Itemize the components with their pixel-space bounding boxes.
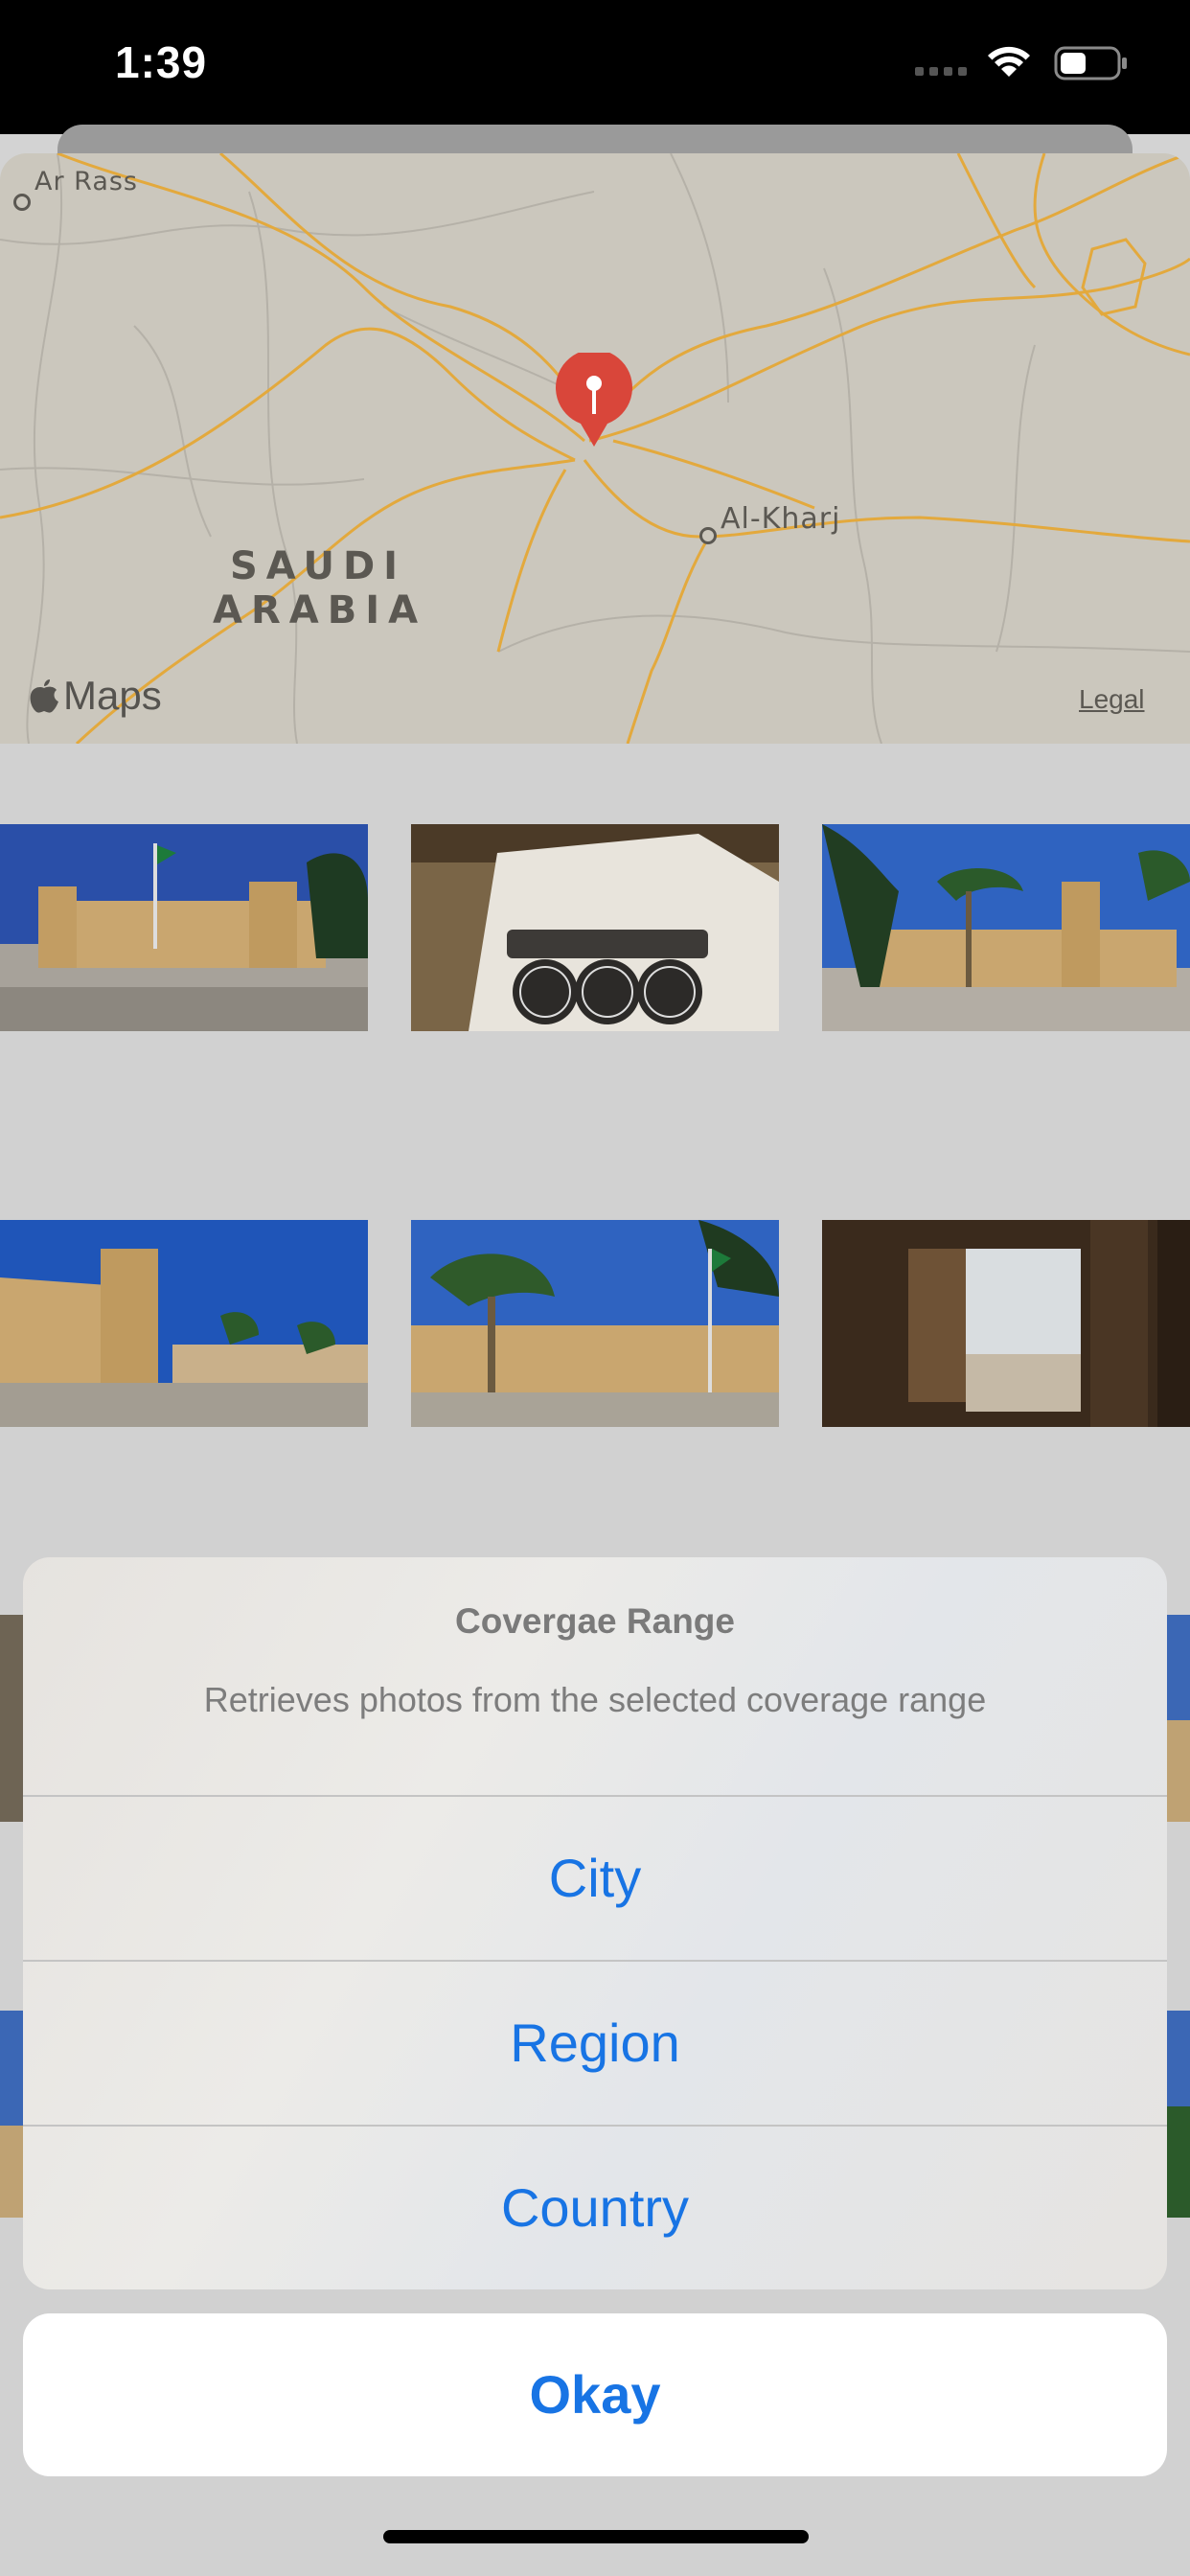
screen: 1:39 Ar Rass Al-Kharj SAUDI ARABIA Maps … (0, 0, 1190, 2576)
option-city-button[interactable]: City (23, 1795, 1167, 1960)
okay-button[interactable]: Okay (23, 2313, 1167, 2476)
home-indicator[interactable] (383, 2530, 809, 2543)
coverage-range-action-sheet: Covergae Range Retrieves photos from the… (23, 1557, 1167, 2289)
option-region-button[interactable]: Region (23, 1960, 1167, 2125)
option-country-button[interactable]: Country (23, 2125, 1167, 2289)
action-sheet-header: Covergae Range Retrieves photos from the… (23, 1557, 1167, 1795)
action-sheet-message: Retrieves photos from the selected cover… (203, 1680, 987, 1719)
action-sheet-title: Covergae Range (455, 1601, 735, 1641)
